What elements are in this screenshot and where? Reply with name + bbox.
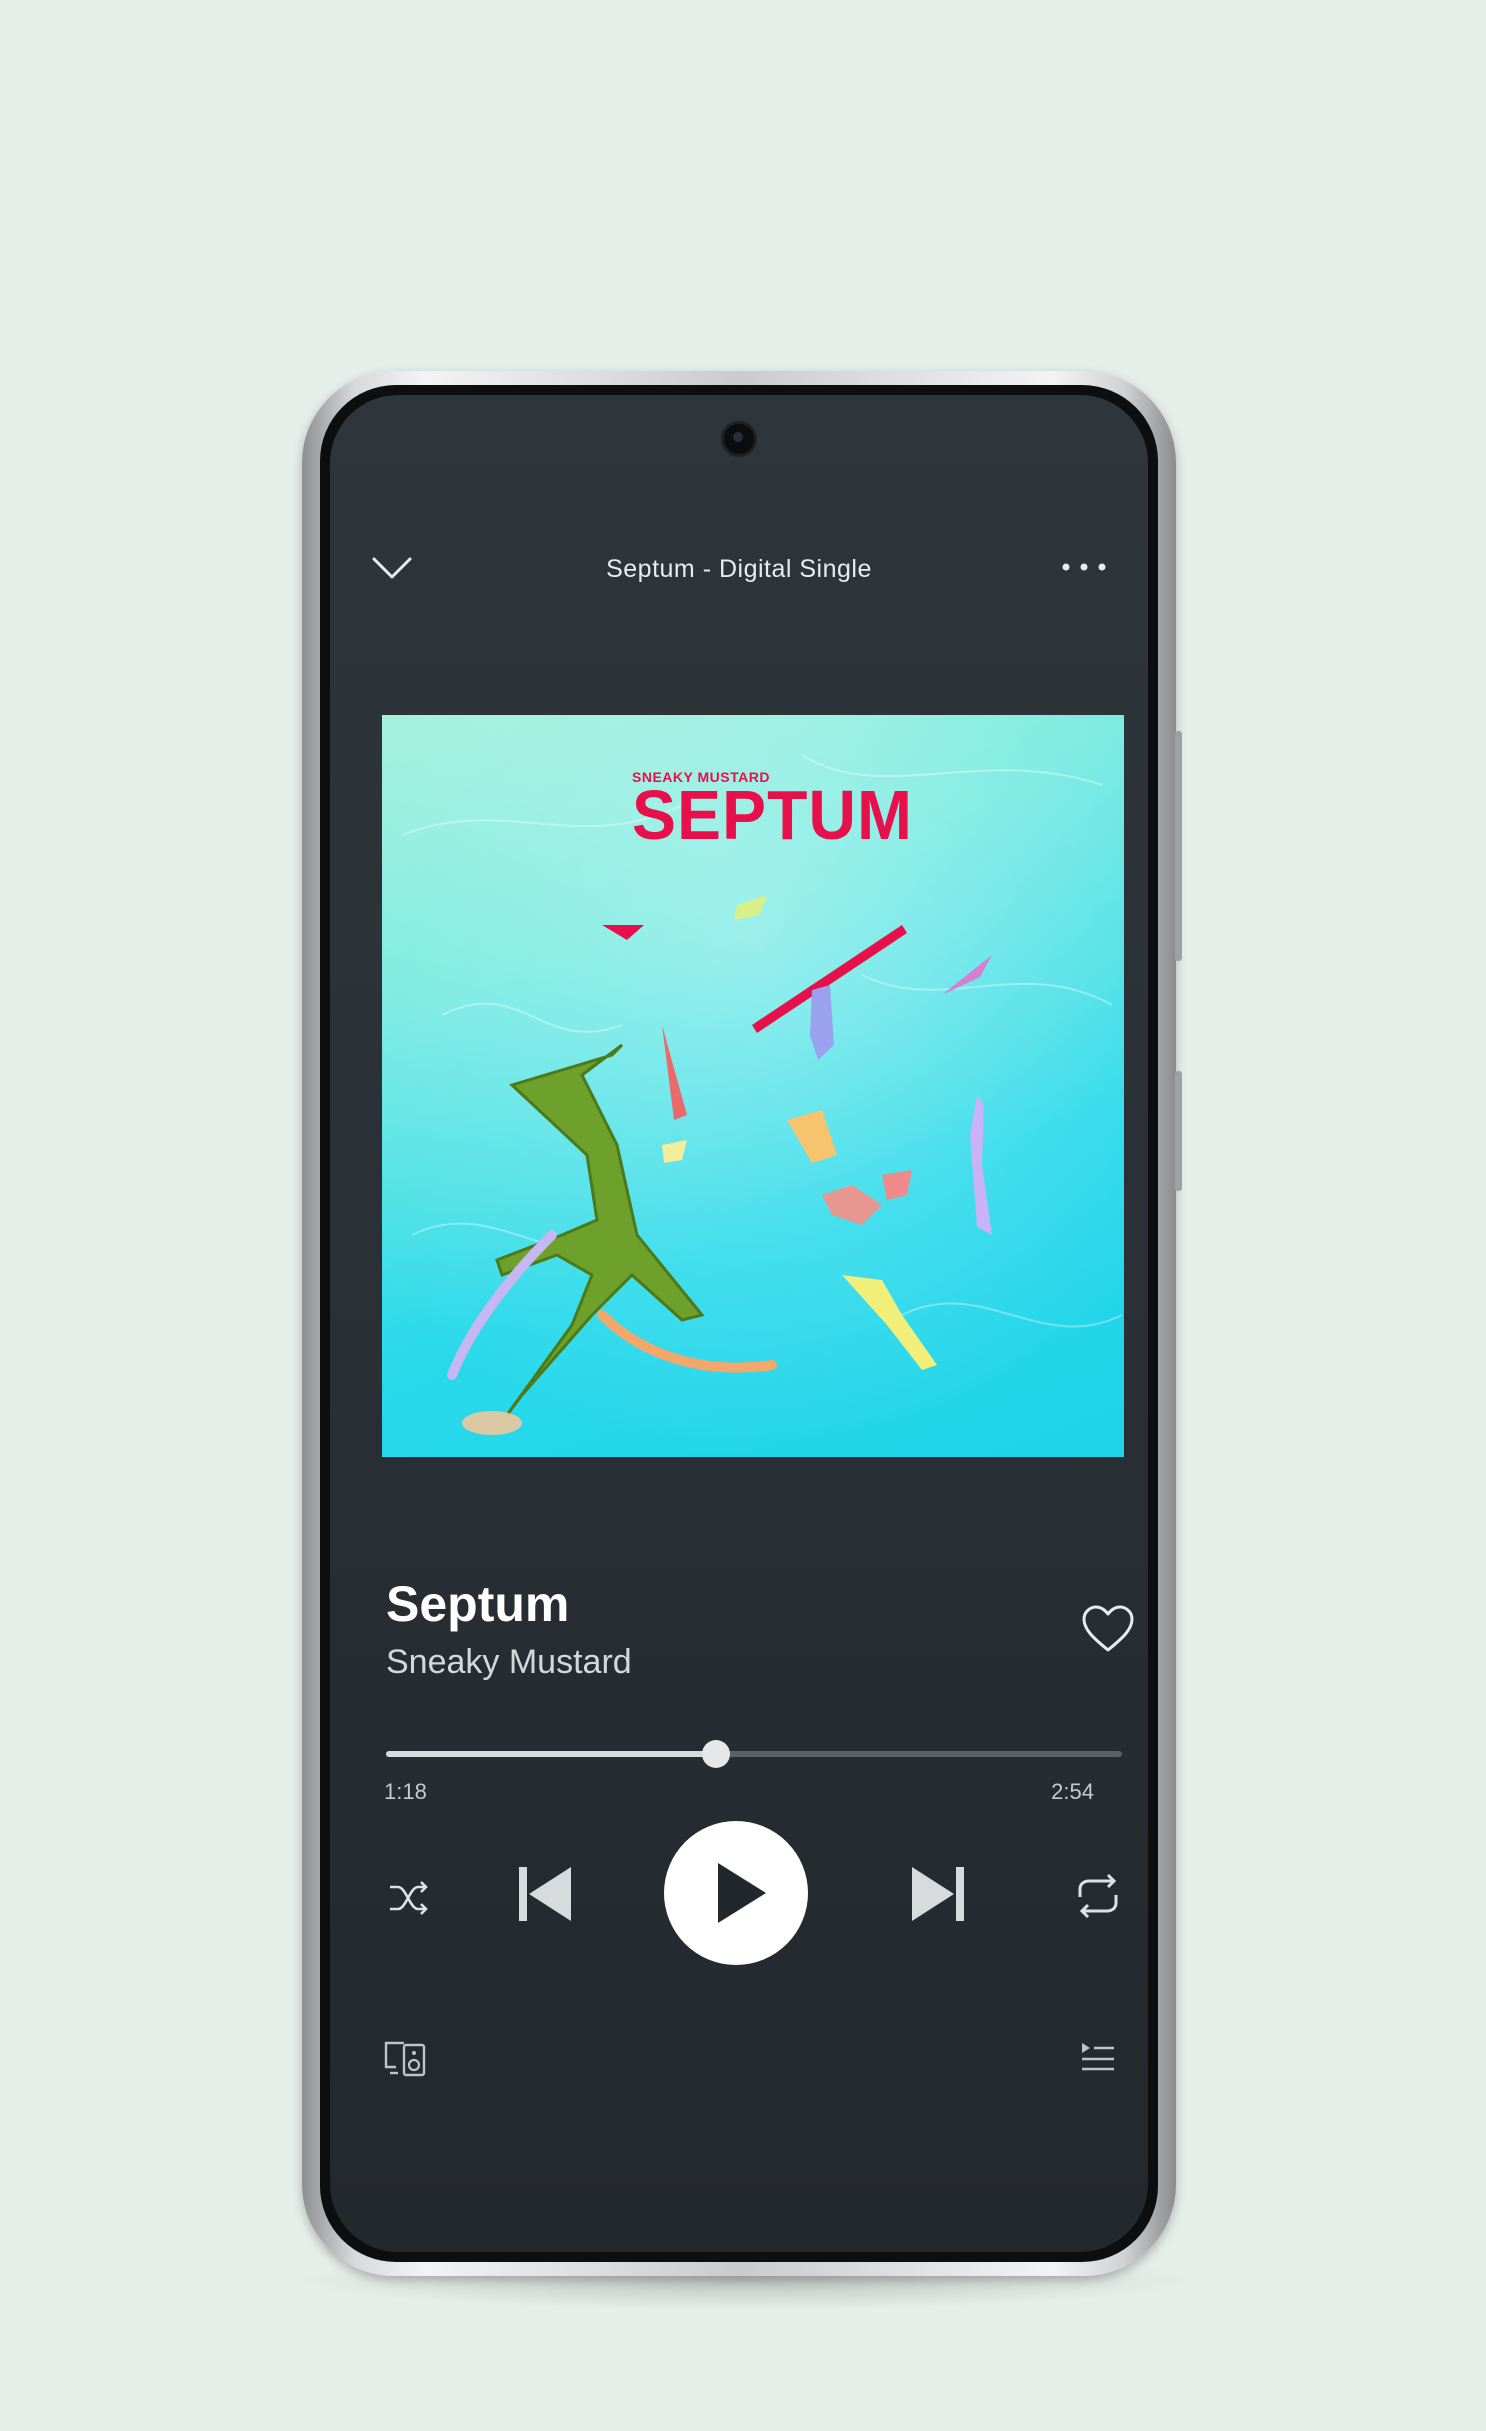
current-time: 1:18 <box>384 1779 427 1804</box>
more-horizontal-icon[interactable] <box>1060 557 1108 577</box>
player-header: Septum - Digital Single <box>330 545 1148 595</box>
progress-bar[interactable] <box>386 1740 1122 1768</box>
front-camera <box>721 421 757 457</box>
skip-previous-icon[interactable] <box>515 1863 575 1925</box>
album-title: Septum - Digital Single <box>606 555 872 583</box>
skip-next-icon[interactable] <box>908 1863 968 1925</box>
power-button <box>1175 731 1182 961</box>
progress-knob[interactable] <box>701 1740 730 1768</box>
heart-outline-icon[interactable] <box>1080 1603 1136 1655</box>
album-artwork: SNEAKY MUSTARD SEPTUM <box>382 715 1124 1457</box>
connect-devices-icon[interactable] <box>382 2039 430 2079</box>
shuffle-icon[interactable] <box>386 1875 432 1921</box>
player-screen: Septum - Digital Single SNEAKY MUSTARD S… <box>330 395 1148 2252</box>
track-artist[interactable]: Sneaky Mustard <box>386 1643 632 1682</box>
play-icon <box>718 1863 766 1923</box>
repeat-icon[interactable] <box>1072 1871 1124 1921</box>
track-title: Septum <box>386 1576 570 1632</box>
play-button[interactable] <box>664 1821 808 1965</box>
progress-fill <box>386 1751 716 1757</box>
volume-button <box>1175 1071 1182 1191</box>
total-time: 2:54 <box>1051 1779 1094 1804</box>
queue-icon[interactable] <box>1078 2039 1118 2079</box>
artwork-title-text: SEPTUM <box>632 776 914 854</box>
phone-screen-bezel: Septum - Digital Single SNEAKY MUSTARD S… <box>320 385 1158 2262</box>
phone-frame: Septum - Digital Single SNEAKY MUSTARD S… <box>302 371 1182 2276</box>
